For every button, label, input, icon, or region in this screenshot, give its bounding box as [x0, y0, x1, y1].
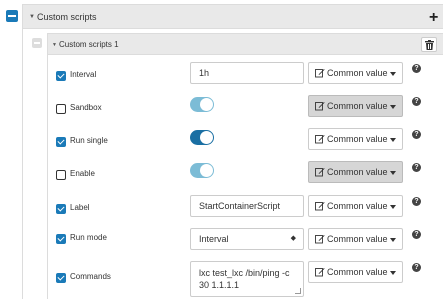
run-single-toggle[interactable] — [190, 130, 214, 145]
label-label: Label — [70, 203, 90, 212]
run-mode-common-value-button[interactable]: Common value — [308, 228, 403, 250]
row-interval: Interval 1h Common value ? — [56, 62, 443, 92]
common-value-label: Common value — [327, 201, 388, 211]
section-collapse-icon[interactable] — [6, 10, 18, 22]
help-icon[interactable]: ? — [412, 230, 421, 239]
run-mode-checkbox[interactable] — [56, 234, 66, 244]
edit-icon — [315, 69, 325, 78]
run-single-common-value-button[interactable]: Common value — [308, 128, 403, 150]
interval-checkbox[interactable] — [56, 71, 66, 81]
caret-down-icon — [390, 138, 396, 142]
help-icon[interactable]: ? — [412, 197, 421, 206]
common-value-label: Common value — [327, 101, 388, 111]
common-value-label: Common value — [327, 134, 388, 144]
help-icon[interactable]: ? — [412, 64, 421, 73]
enable-checkbox[interactable] — [56, 170, 66, 180]
interval-common-value-button[interactable]: Common value — [308, 62, 403, 84]
row-run-single: Run single Common value ? — [56, 128, 443, 158]
commands-textarea[interactable]: lxc test_lxc /bin/ping -c 30 1.1.1.1 — [190, 261, 304, 297]
row-commands: Commands lxc test_lxc /bin/ping -c 30 1.… — [56, 261, 443, 299]
help-icon[interactable]: ? — [412, 97, 421, 106]
run-mode-value: Interval — [199, 234, 229, 244]
run-single-checkbox[interactable] — [56, 137, 66, 147]
sandbox-checkbox[interactable] — [56, 104, 66, 114]
common-value-label: Common value — [327, 68, 388, 78]
run-mode-select[interactable]: Interval ◆ — [190, 228, 304, 250]
enable-label: Enable — [70, 169, 95, 178]
edit-icon — [315, 135, 325, 144]
toggle-knob — [200, 164, 213, 177]
row-enable: Enable Common value ? — [56, 161, 443, 191]
toggle-knob — [200, 131, 213, 144]
resize-grip-icon[interactable] — [295, 288, 301, 294]
custom-script-item-header[interactable]: ▼ Custom scripts 1 — [47, 33, 443, 55]
sandbox-common-value-button[interactable]: Common value — [308, 95, 403, 117]
caret-down-icon — [390, 271, 396, 275]
sandbox-toggle[interactable] — [190, 97, 214, 112]
sandbox-label: Sandbox — [70, 103, 102, 112]
commands-label: Commands — [70, 272, 111, 281]
edit-icon — [315, 268, 325, 277]
interval-label: Interval — [70, 70, 97, 79]
trash-icon — [425, 40, 434, 50]
item-collapse-icon[interactable] — [32, 38, 42, 48]
label-input[interactable]: StartContainerScript — [190, 195, 304, 217]
label-common-value-button[interactable]: Common value — [308, 195, 403, 217]
delete-item-button[interactable] — [421, 37, 437, 52]
select-arrows-icon: ◆ — [290, 235, 296, 242]
edit-icon — [315, 102, 325, 111]
common-value-label: Common value — [327, 167, 388, 177]
caret-down-icon — [390, 171, 396, 175]
caret-down-icon: ▼ — [29, 14, 35, 20]
enable-toggle[interactable] — [190, 163, 214, 178]
section-title: Custom scripts — [37, 12, 97, 22]
caret-down-icon — [390, 205, 396, 209]
run-mode-label: Run mode — [70, 233, 107, 242]
edit-icon — [315, 202, 325, 211]
add-script-button[interactable]: + — [429, 10, 443, 26]
enable-common-value-button[interactable]: Common value — [308, 161, 403, 183]
item-title: Custom scripts 1 — [59, 40, 119, 49]
toggle-knob — [200, 98, 213, 111]
common-value-label: Common value — [327, 234, 388, 244]
common-value-label: Common value — [327, 267, 388, 277]
caret-down-icon — [390, 238, 396, 242]
interval-input[interactable]: 1h — [190, 62, 304, 84]
help-icon[interactable]: ? — [412, 163, 421, 172]
label-checkbox[interactable] — [56, 204, 66, 214]
commands-value: lxc test_lxc /bin/ping -c 30 1.1.1.1 — [199, 268, 290, 290]
caret-down-icon: ▼ — [52, 42, 57, 48]
edit-icon — [315, 235, 325, 244]
edit-icon — [315, 168, 325, 177]
custom-scripts-header[interactable]: ▼ Custom scripts + — [22, 4, 443, 29]
commands-common-value-button[interactable]: Common value — [308, 261, 403, 283]
caret-down-icon — [390, 105, 396, 109]
commands-checkbox[interactable] — [56, 273, 66, 283]
help-icon[interactable]: ? — [412, 130, 421, 139]
caret-down-icon — [390, 72, 396, 76]
row-run-mode: Run mode Interval ◆ Common value ? — [56, 228, 443, 258]
row-label: Label StartContainerScript Common value … — [56, 195, 443, 225]
row-sandbox: Sandbox Common value ? — [56, 95, 443, 125]
run-single-label: Run single — [70, 136, 108, 145]
help-icon[interactable]: ? — [412, 263, 421, 272]
